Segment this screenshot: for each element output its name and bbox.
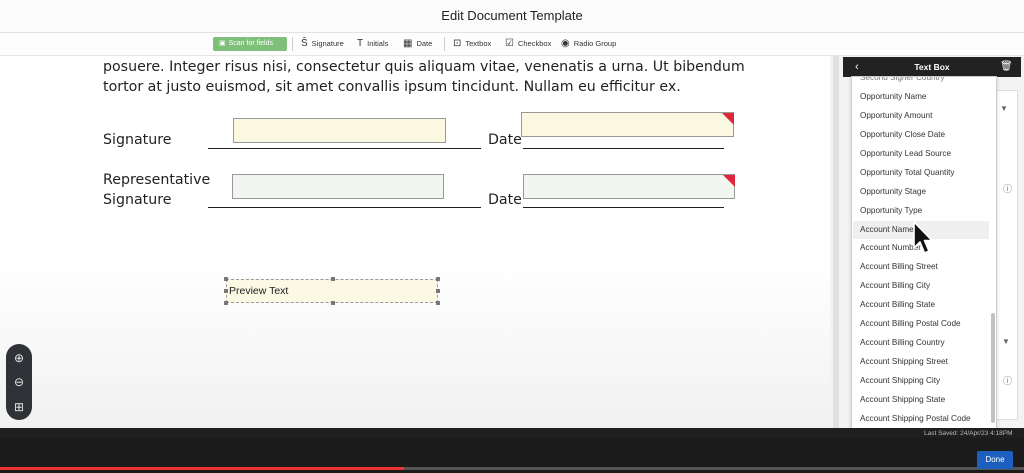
- properties-panel: [996, 90, 1018, 420]
- textbox-icon: ⊡: [453, 38, 462, 49]
- help-icon[interactable]: ⓘ: [1003, 182, 1012, 195]
- list-item[interactable]: Opportunity Total Quantity: [860, 166, 955, 180]
- signature-tool-button[interactable]: Ŝ Signature: [301, 36, 344, 52]
- list-item[interactable]: Account Billing Country: [860, 336, 945, 350]
- date-label: Date: [488, 132, 522, 148]
- zoom-in-icon: ⊕: [13, 351, 25, 365]
- checkbox-tool-button[interactable]: ☑ Checkbox: [505, 36, 551, 52]
- calendar-icon: ▦: [403, 38, 413, 49]
- last-saved-text: Last Saved: 24/Apr/23 4:18PM: [924, 430, 1013, 437]
- list-item[interactable]: Opportunity Type: [860, 204, 922, 218]
- resize-handle[interactable]: [331, 301, 335, 305]
- resize-handle[interactable]: [436, 289, 440, 293]
- delete-icon[interactable]: 🗑: [1000, 58, 1013, 76]
- fit-page-icon: ⊞: [13, 400, 25, 414]
- field-marker-icon: [723, 175, 735, 187]
- date-tool-label: Date: [416, 39, 433, 48]
- list-item[interactable]: Account Billing Street: [860, 260, 938, 274]
- initials-tool-button[interactable]: T Initials: [357, 36, 388, 52]
- list-item[interactable]: Opportunity Close Date: [860, 128, 945, 142]
- list-item[interactable]: Opportunity Name: [860, 90, 926, 104]
- scan-icon: ▣: [219, 40, 226, 47]
- resize-handle[interactable]: [224, 301, 228, 305]
- window-title: Edit Document Template: [441, 8, 583, 23]
- zoom-out-icon: ⊖: [13, 375, 25, 389]
- chevron-down-icon[interactable]: ▼: [1000, 104, 1008, 113]
- date-field[interactable]: [521, 112, 734, 137]
- panel-title: Text Box: [914, 62, 950, 72]
- document-paragraph: posuere. Integer risus nisi, consectetur…: [103, 59, 745, 95]
- preview-text: Preview Text: [229, 285, 289, 297]
- list-item[interactable]: Account Shipping Street: [860, 355, 948, 369]
- signature-tool-label: Signature: [311, 39, 344, 48]
- status-bar: [0, 428, 1024, 438]
- preview-text-box[interactable]: Preview Text: [226, 279, 438, 303]
- back-chevron-icon[interactable]: ‹: [855, 58, 859, 76]
- date-label-2: Date: [488, 192, 522, 208]
- toolbar-divider: [292, 37, 293, 51]
- done-button[interactable]: Done: [977, 451, 1013, 469]
- field-marker-icon: [722, 113, 734, 125]
- help-icon[interactable]: ⓘ: [1003, 374, 1012, 387]
- fit-page-button[interactable]: ⊞: [6, 395, 32, 419]
- resize-handle[interactable]: [224, 289, 228, 293]
- list-item-partial[interactable]: Second Signer Country: [860, 77, 945, 85]
- chevron-down-icon[interactable]: ▼: [1002, 337, 1010, 346]
- list-item-hovered[interactable]: Account Name: [860, 223, 914, 237]
- document-scrollbar[interactable]: [833, 56, 839, 428]
- resize-handle[interactable]: [331, 277, 335, 281]
- signature-field[interactable]: [233, 118, 446, 143]
- progress-fill: [0, 467, 405, 470]
- dropdown-scrollbar-thumb[interactable]: [991, 313, 995, 423]
- date-line: [523, 148, 724, 149]
- list-item[interactable]: Opportunity Stage: [860, 185, 926, 199]
- textbox-tool-button[interactable]: ⊡ Textbox: [453, 36, 491, 52]
- zoom-out-button[interactable]: ⊖: [6, 370, 32, 394]
- date-field-2[interactable]: [523, 174, 735, 199]
- scan-for-fields-button[interactable]: ▣ Scan for fields: [213, 37, 287, 51]
- textbox-tool-label: Textbox: [465, 39, 492, 48]
- mouse-pointer-icon: [913, 221, 933, 254]
- rep-signature-label-line1: Representative: [103, 172, 211, 188]
- scan-for-fields-label: Scan for fields: [228, 40, 273, 47]
- rep-signature-line: [208, 207, 481, 208]
- list-item[interactable]: Account Billing State: [860, 298, 935, 312]
- list-item[interactable]: Opportunity Lead Source: [860, 147, 951, 161]
- resize-handle[interactable]: [224, 277, 228, 281]
- resize-handle[interactable]: [436, 277, 440, 281]
- rep-signature-label-line2: Signature: [103, 192, 172, 208]
- list-item[interactable]: Account Shipping Postal Code: [860, 412, 971, 426]
- date-tool-button[interactable]: ▦ Date: [403, 36, 432, 52]
- signature-label: Signature: [103, 132, 172, 148]
- initials-icon: T: [357, 38, 364, 49]
- radio-icon: ◉: [561, 38, 570, 49]
- list-item[interactable]: Account Billing Postal Code: [860, 317, 961, 331]
- list-item[interactable]: Opportunity Amount: [860, 109, 932, 123]
- signature-line: [208, 148, 481, 149]
- checkbox-icon: ☑: [505, 38, 514, 49]
- zoom-in-button[interactable]: ⊕: [6, 346, 32, 370]
- list-item[interactable]: Account Billing City: [860, 279, 930, 293]
- checkbox-tool-label: Checkbox: [517, 39, 552, 48]
- initials-tool-label: Initials: [367, 39, 389, 48]
- radio-group-tool-button[interactable]: ◉ Radio Group: [561, 36, 616, 52]
- date-line-2: [523, 207, 724, 208]
- signature-icon: Ŝ: [301, 38, 308, 49]
- resize-handle[interactable]: [436, 301, 440, 305]
- toolbar-divider-2: [444, 37, 445, 51]
- rep-signature-field[interactable]: [232, 174, 444, 199]
- radio-group-tool-label: Radio Group: [573, 39, 617, 48]
- list-item[interactable]: Account Shipping State: [860, 393, 945, 407]
- list-item[interactable]: Account Shipping City: [860, 374, 940, 388]
